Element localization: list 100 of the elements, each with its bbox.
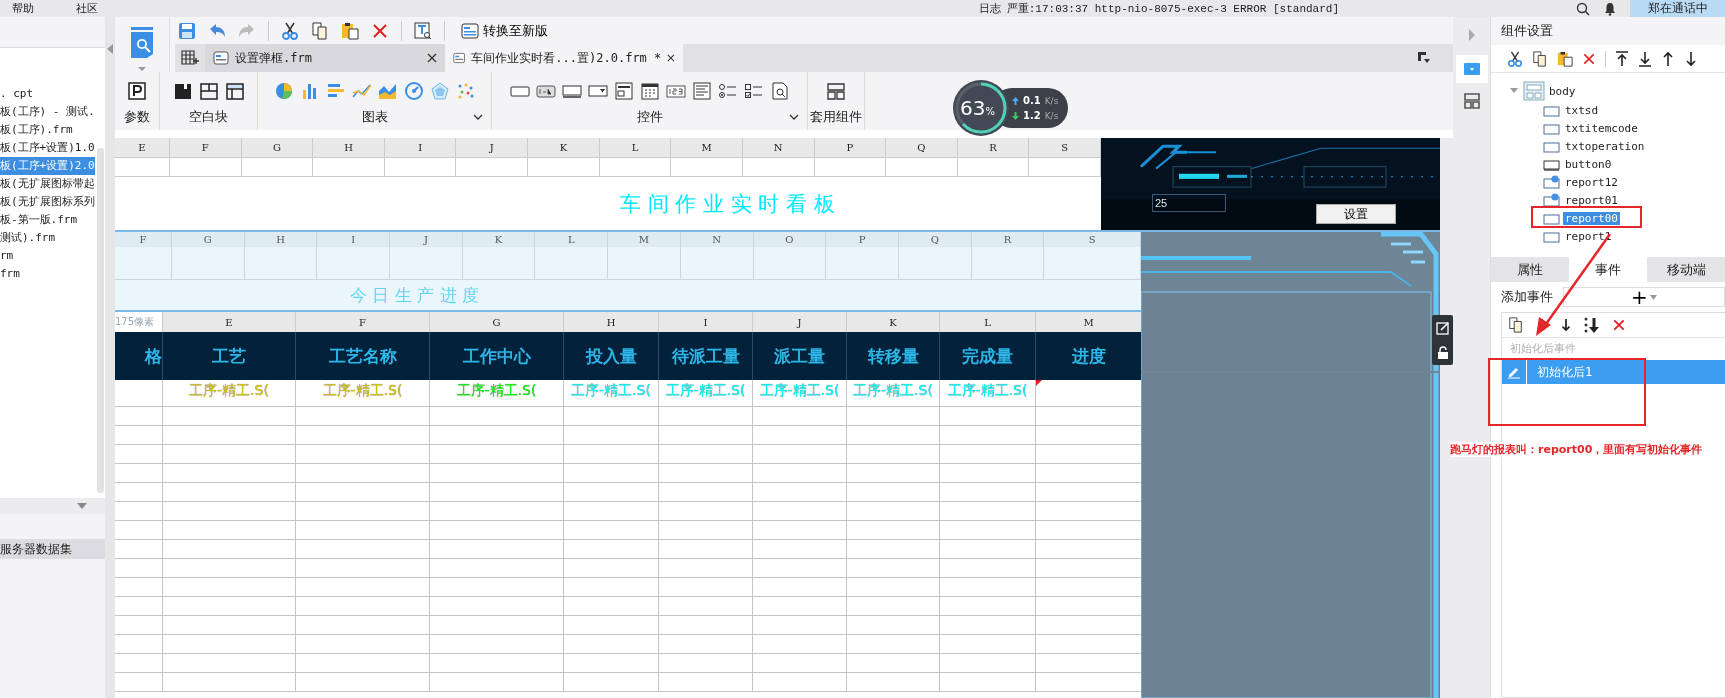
new-sheet-icon[interactable] <box>181 50 199 66</box>
panel-tab[interactable]: 属性 <box>1491 257 1569 282</box>
add-event-button[interactable]: + <box>1563 287 1725 307</box>
column-header[interactable]: H <box>563 312 658 332</box>
column-header[interactable]: L <box>535 232 609 247</box>
column-header[interactable]: F <box>295 312 429 332</box>
tree-item[interactable]: button0 <box>1563 157 1614 171</box>
checkbox-group-icon[interactable] <box>743 82 764 100</box>
label-icon[interactable] <box>535 82 556 100</box>
paste-icon[interactable] <box>1557 50 1573 67</box>
column-header[interactable]: N <box>742 138 815 158</box>
menu-item[interactable]: 社区 <box>76 1 128 16</box>
file-item[interactable]: . cpt <box>0 85 95 103</box>
column-header[interactable]: L <box>599 138 672 158</box>
copy-icon[interactable] <box>1508 317 1524 333</box>
cut-icon[interactable] <box>281 21 299 40</box>
move-down-icon[interactable] <box>1684 50 1698 67</box>
file-item[interactable]: 板(工序).frm <box>0 121 95 139</box>
column-header[interactable]: F <box>115 232 172 247</box>
move-down-icon[interactable] <box>1560 317 1572 333</box>
tree-item[interactable]: report01 <box>1563 193 1620 207</box>
column-header[interactable]: G <box>429 312 563 332</box>
number-field-icon[interactable] <box>665 82 686 100</box>
layout-icon[interactable] <box>1463 93 1480 109</box>
line-chart-icon[interactable] <box>351 82 372 100</box>
column-header[interactable]: R <box>957 138 1030 158</box>
column-header[interactable]: P <box>826 232 899 247</box>
bell-icon[interactable] <box>1604 1 1616 16</box>
copy-icon[interactable] <box>1532 50 1548 67</box>
column-header[interactable]: K <box>528 138 600 158</box>
delete-icon[interactable] <box>1612 318 1626 332</box>
file-item[interactable]: 板(无扩展图标系列 <box>0 193 95 211</box>
expand-caret-icon[interactable] <box>473 114 483 120</box>
file-item[interactable]: 测试).frm <box>0 229 95 247</box>
column-header[interactable]: K <box>846 312 939 332</box>
file-item[interactable]: 板-第一版.frm <box>0 211 95 229</box>
column-header[interactable]: E <box>115 138 170 158</box>
column-header[interactable]: K <box>462 232 536 247</box>
move-bottom-icon[interactable] <box>1638 50 1652 67</box>
block-icon[interactable] <box>172 82 193 100</box>
column-header[interactable]: F <box>170 138 242 158</box>
move-top-icon[interactable] <box>1615 50 1629 67</box>
copy-icon[interactable] <box>311 21 329 40</box>
column-header[interactable]: N <box>680 232 754 247</box>
tab-menu-icon[interactable] <box>1417 51 1431 65</box>
cut-icon[interactable] <box>1507 50 1523 67</box>
column-header[interactable]: G <box>172 232 245 247</box>
dropdown-icon[interactable] <box>587 82 608 100</box>
menu-item[interactable]: 帮助 <box>12 1 64 16</box>
file-item[interactable]: 板(工序) - 测试. <box>0 103 95 121</box>
calendar-icon[interactable] <box>639 82 660 100</box>
column-header[interactable]: S <box>1029 138 1101 158</box>
lock-icon[interactable] <box>1436 345 1449 360</box>
tree-item[interactable]: report12 <box>1563 175 1620 189</box>
call-status[interactable]: 郑在通话中 <box>1630 0 1725 17</box>
split-block-icon[interactable] <box>198 82 219 100</box>
paste-icon[interactable] <box>341 21 359 40</box>
preview-icon[interactable] <box>769 82 790 100</box>
column-header[interactable]: Q <box>886 138 958 158</box>
file-tab[interactable]: 设置弹框.frm <box>205 44 445 72</box>
column-header[interactable]: G <box>241 138 314 158</box>
column-header[interactable]: I <box>658 312 752 332</box>
pie-chart-icon[interactable] <box>273 82 294 100</box>
dataset-section[interactable]: 服务器数据集 <box>0 539 105 559</box>
report-preview-icon[interactable] <box>129 25 155 73</box>
column-header[interactable]: I <box>317 232 391 247</box>
form-icon[interactable] <box>613 82 634 100</box>
list-icon[interactable] <box>691 82 712 100</box>
move-up-icon[interactable] <box>1661 50 1675 67</box>
layout-icon[interactable] <box>826 82 846 100</box>
column-header[interactable]: R <box>971 232 1045 247</box>
column-header[interactable]: M <box>608 232 681 247</box>
button-icon[interactable] <box>561 82 582 100</box>
column-header[interactable]: L <box>939 312 1035 332</box>
delete-icon[interactable] <box>1582 51 1596 66</box>
scrollbar[interactable] <box>97 148 104 493</box>
column-header[interactable]: H <box>313 138 385 158</box>
panel-tab[interactable]: 移动端 <box>1647 257 1725 282</box>
move-bottom-icon[interactable] <box>1584 317 1600 333</box>
file-item[interactable]: frm <box>0 265 95 283</box>
search-icon[interactable] <box>1576 1 1590 16</box>
convert-button[interactable]: 转换至新版 <box>457 21 552 40</box>
tree-item[interactable]: report1 <box>1563 229 1614 243</box>
tree-item[interactable]: txtitemcode <box>1563 121 1640 135</box>
file-item[interactable]: 板(无扩展图标带起 <box>0 175 95 193</box>
column-header[interactable]: E <box>162 312 295 332</box>
grid-block-icon[interactable] <box>224 82 245 100</box>
collapse-caret-icon[interactable] <box>77 503 87 509</box>
input-field[interactable]: 25 <box>1152 194 1226 212</box>
tree-item[interactable]: txtoperation <box>1563 139 1647 153</box>
column-header[interactable]: Q <box>898 232 972 247</box>
gauge-icon[interactable] <box>403 82 424 100</box>
column-header[interactable]: I <box>384 138 457 158</box>
column-header[interactable]: M <box>1035 312 1141 332</box>
area-chart-icon[interactable] <box>377 82 398 100</box>
parameter-icon[interactable] <box>127 82 147 100</box>
column-header[interactable]: J <box>752 312 846 332</box>
column-header[interactable]: J <box>390 232 463 247</box>
column-header[interactable]: M <box>671 138 743 158</box>
file-item[interactable]: rm <box>0 247 95 265</box>
